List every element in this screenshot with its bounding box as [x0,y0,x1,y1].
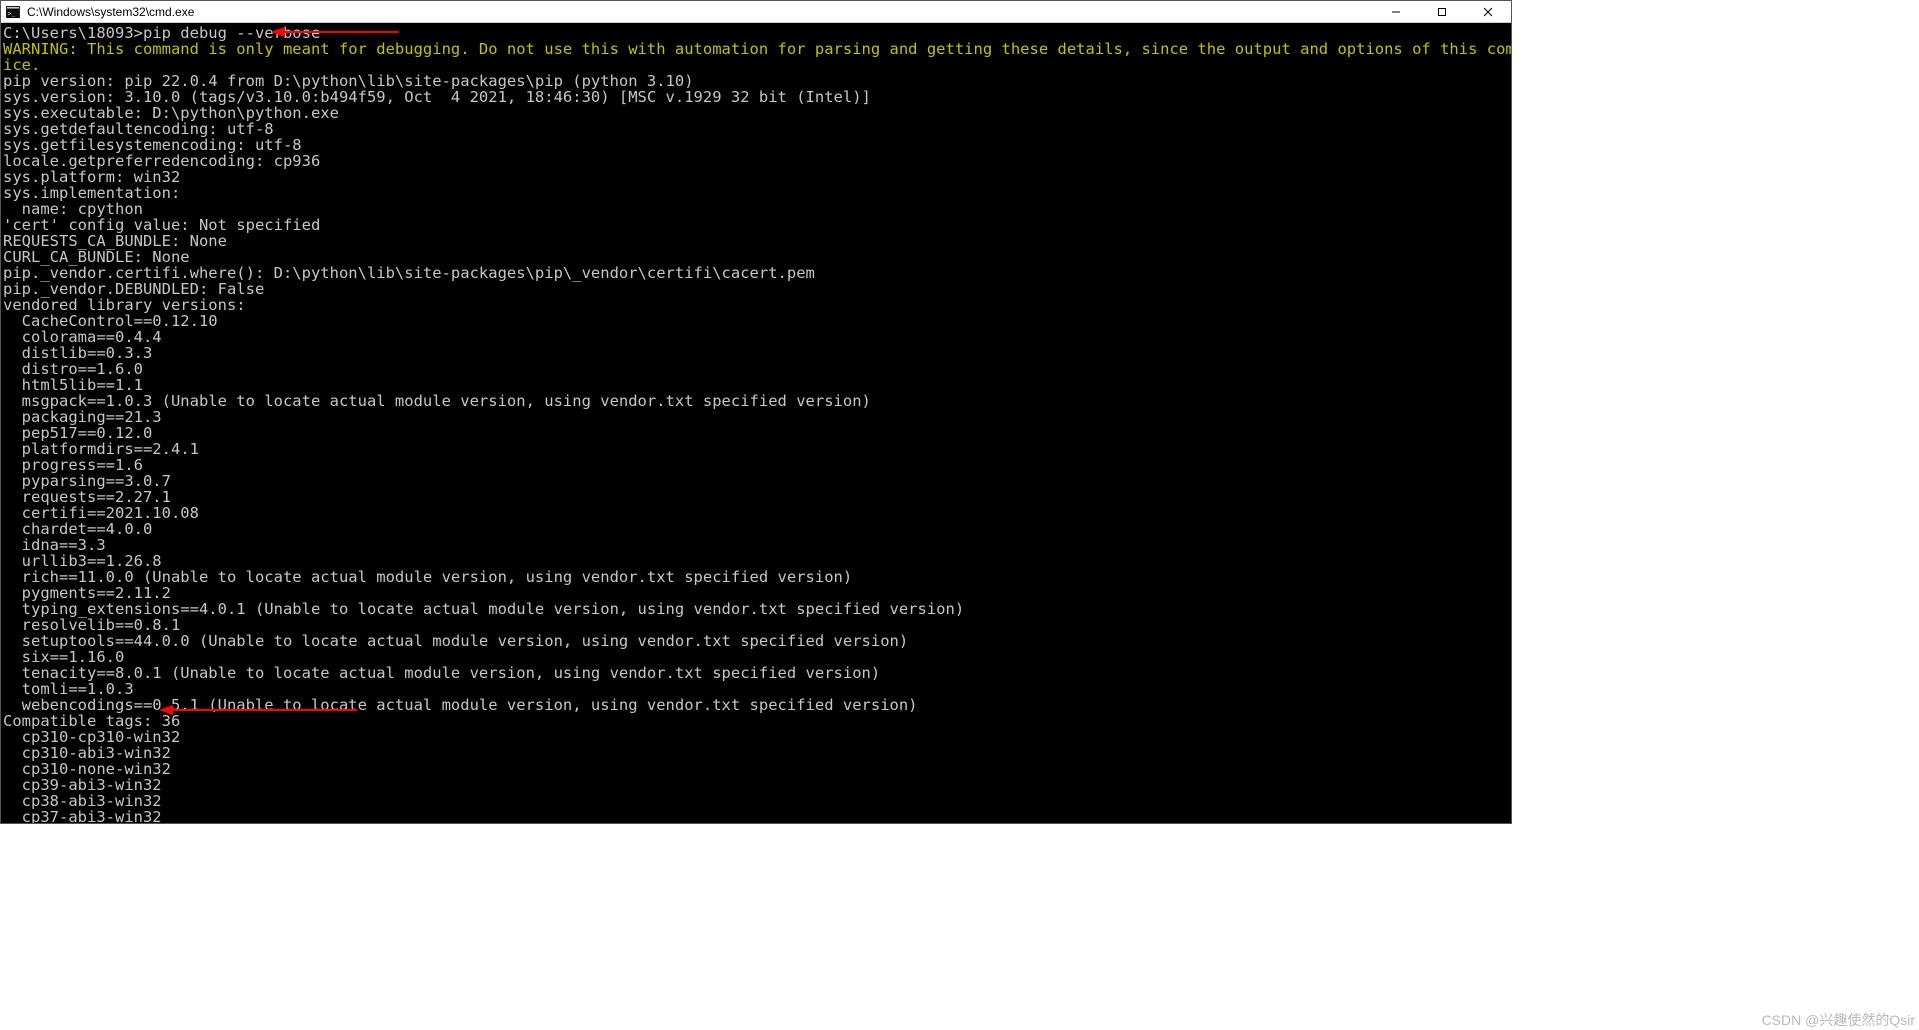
close-button[interactable] [1465,1,1511,22]
terminal-output[interactable]: C:\Users\18093>pip debug --verbose WARNI… [1,23,1511,823]
minimize-button[interactable] [1373,1,1419,22]
output-lines: pip version: pip 22.0.4 from D:\python\l… [3,72,964,823]
window-title: C:\Windows\system32\cmd.exe [27,5,1373,19]
cmd-window: >_ C:\Windows\system32\cmd.exe C:\Users\… [0,0,1512,824]
svg-text:>_: >_ [8,10,16,17]
watermark: CSDN @兴趣使然的Qsir [1762,1010,1915,1030]
window-controls [1373,1,1511,22]
titlebar[interactable]: >_ C:\Windows\system32\cmd.exe [1,1,1511,23]
cmd-icon: >_ [5,5,21,19]
warning-text: WARNING: This command is only meant for … [3,40,1511,74]
maximize-button[interactable] [1419,1,1465,22]
